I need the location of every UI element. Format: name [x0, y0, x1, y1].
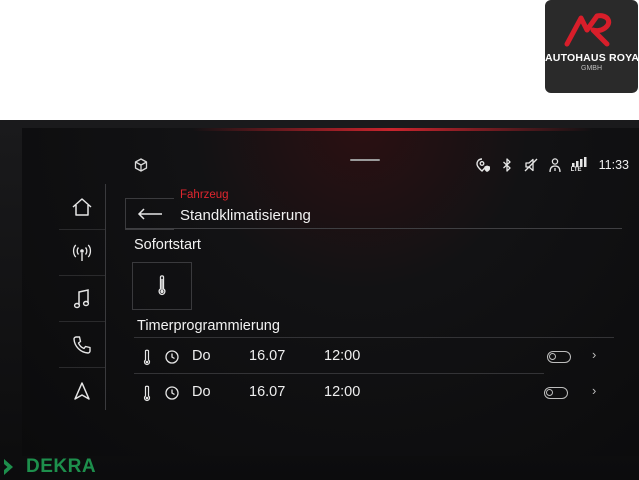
- navigation-icon: [74, 381, 90, 400]
- clock: 11:33: [598, 158, 629, 172]
- signal-lte-icon: LTE: [571, 157, 589, 173]
- back-button[interactable]: [125, 198, 174, 230]
- timer-toggle[interactable]: [547, 351, 571, 363]
- header-divider: [125, 228, 622, 229]
- thermometer-icon: [143, 385, 151, 402]
- timer-row[interactable]: Do 16.07 12:00 ›: [134, 340, 614, 374]
- timer-time: 12:00: [324, 384, 361, 400]
- bluetooth-icon: [502, 158, 511, 172]
- timer-clock-icon: [165, 350, 179, 364]
- nav-home-button[interactable]: [59, 184, 105, 230]
- section-title-timer: Timerprogrammierung: [137, 318, 280, 334]
- dealer-name: AUTOHAUS ROYAL: [545, 52, 639, 64]
- section-title-instant-start: Sofortstart: [134, 237, 201, 253]
- timer-section-divider: [134, 337, 614, 338]
- chevron-right-icon[interactable]: ›: [592, 383, 596, 398]
- timer-day: Do: [192, 348, 211, 364]
- mute-icon: [524, 158, 538, 172]
- dekra-logo-icon: [4, 459, 13, 475]
- chevron-right-icon[interactable]: ›: [592, 347, 596, 362]
- nav-radio-button[interactable]: [59, 230, 105, 276]
- lte-label: LTE: [570, 167, 582, 173]
- timer-day: Do: [192, 384, 211, 400]
- person-info-icon: [548, 158, 561, 173]
- timer-toggle[interactable]: [544, 387, 568, 399]
- dekra-label: DEKRA: [26, 456, 97, 477]
- instant-start-button[interactable]: [132, 262, 192, 310]
- timer-date: 16.07: [249, 348, 286, 364]
- pull-down-handle[interactable]: [350, 159, 380, 161]
- dekra-watermark: DEKRA: [2, 456, 96, 478]
- dealer-logo: AUTOHAUS ROYAL GMBH: [545, 0, 639, 93]
- nav-phone-button[interactable]: [59, 322, 105, 368]
- side-navigation: [59, 184, 106, 410]
- top-red-glow: [192, 128, 592, 131]
- breadcrumb[interactable]: Fahrzeug: [180, 189, 229, 201]
- dealer-suffix: GMBH: [581, 65, 602, 72]
- music-icon: [73, 288, 90, 308]
- timer-row[interactable]: Do 16.07 12:00 ›: [134, 376, 614, 410]
- timer-time: 12:00: [324, 348, 361, 364]
- box-icon[interactable]: [134, 158, 148, 172]
- phone-icon: [73, 335, 91, 354]
- timer-date: 16.07: [249, 384, 286, 400]
- status-bar: LTE 11:33: [475, 157, 629, 173]
- location-shield-icon: [475, 158, 490, 172]
- infotainment-screen: LTE 11:33 Fahrzeug Standklimatisierung S…: [22, 128, 639, 456]
- page-title: Standklimatisierung: [180, 207, 311, 224]
- logo-monogram-icon: [564, 13, 612, 47]
- nav-media-button[interactable]: [59, 276, 105, 322]
- home-icon: [72, 197, 92, 216]
- thermometer-icon: [158, 275, 166, 296]
- timer-clock-icon: [165, 386, 179, 400]
- nav-navigation-button[interactable]: [59, 368, 105, 413]
- back-arrow-icon: [137, 208, 162, 220]
- thermometer-icon: [143, 349, 151, 366]
- radio-icon: [72, 244, 92, 261]
- row-divider: [134, 373, 544, 374]
